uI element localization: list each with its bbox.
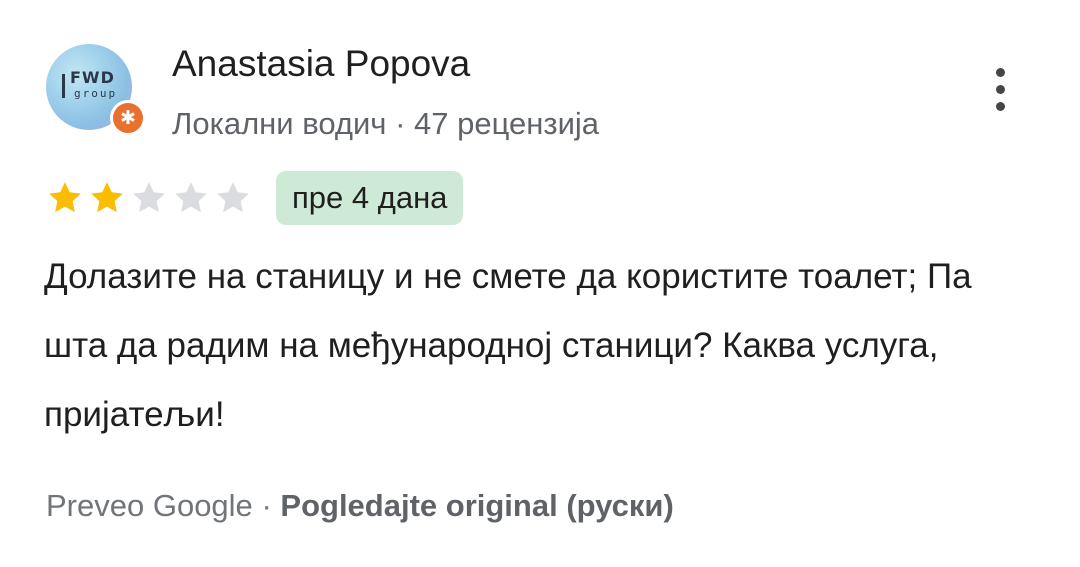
local-guide-label: Локални водич <box>172 106 387 141</box>
logo-sub-text: group <box>74 87 118 100</box>
star-empty-icon <box>133 182 165 213</box>
star-empty-icon <box>175 182 207 213</box>
logo-main-text: FWD <box>70 68 115 87</box>
translated-by-label: Preveo Google <box>46 488 253 523</box>
translation-info: Preveo Google · Pogledajte original (рус… <box>46 484 674 528</box>
meta-separator: · <box>395 106 406 141</box>
review-count: 47 рецензија <box>414 106 600 141</box>
more-vert-icon-dot <box>996 68 1005 77</box>
rating-row: пре 4 дана <box>44 170 464 226</box>
translation-separator: · <box>261 488 272 523</box>
local-guide-badge: ✱ <box>110 100 146 136</box>
fwd-group-logo: FWD group <box>62 68 120 108</box>
view-original-link[interactable]: Pogledajte original (руски) <box>280 488 673 523</box>
star-empty-icon <box>217 182 249 213</box>
logo-bar <box>62 74 65 98</box>
more-vert-icon-dot <box>996 85 1005 94</box>
more-options-button[interactable] <box>980 62 1024 118</box>
review-text: Долазите на станицу и не смете да корист… <box>44 257 972 434</box>
star-rating <box>44 178 254 218</box>
author-name[interactable]: Anastasia Popova <box>172 42 470 86</box>
more-vert-icon-dot <box>996 102 1005 111</box>
review-time-chip: пре 4 дана <box>276 171 464 225</box>
author-avatar-group[interactable]: FWD group ✱ <box>46 44 150 136</box>
author-meta: Локални водич · 47 рецензија <box>172 104 599 144</box>
star-filled-icon <box>49 182 81 213</box>
star-icon: ✱ <box>120 106 136 129</box>
star-filled-icon <box>91 182 123 213</box>
